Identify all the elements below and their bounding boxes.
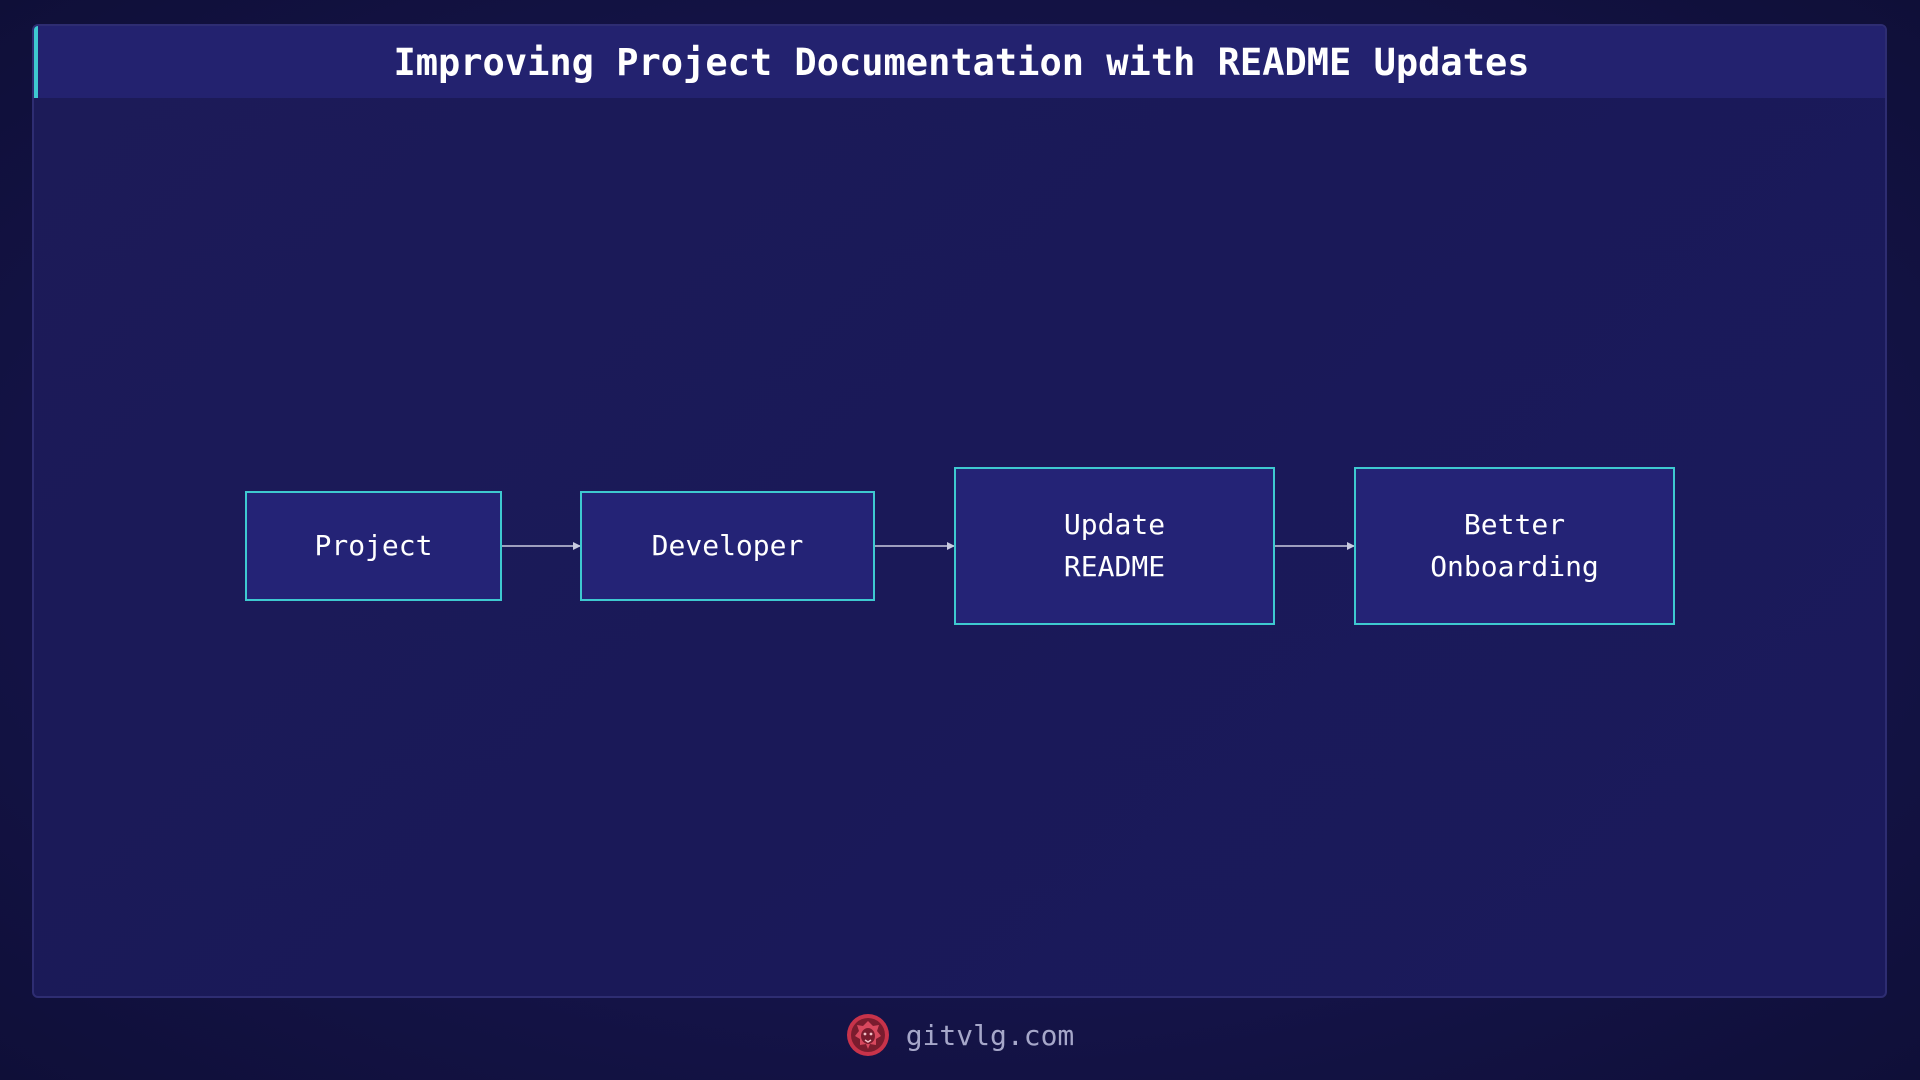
- node-project-label: Project: [314, 529, 433, 562]
- lion-head-icon: [846, 1014, 889, 1056]
- footer-site-link[interactable]: gitvlg.com: [906, 1019, 1075, 1052]
- node-project: Project: [245, 491, 502, 601]
- node-developer-label: Developer: [651, 529, 804, 562]
- node-update-readme: Update README: [954, 467, 1275, 625]
- node-better-onboarding-label: Better Onboarding: [1430, 508, 1599, 583]
- footer: gitvlg.com: [0, 1010, 1920, 1060]
- node-developer: Developer: [580, 491, 875, 601]
- node-update-readme-label: Update README: [1063, 508, 1166, 583]
- node-better-onboarding: Better Onboarding: [1354, 467, 1675, 625]
